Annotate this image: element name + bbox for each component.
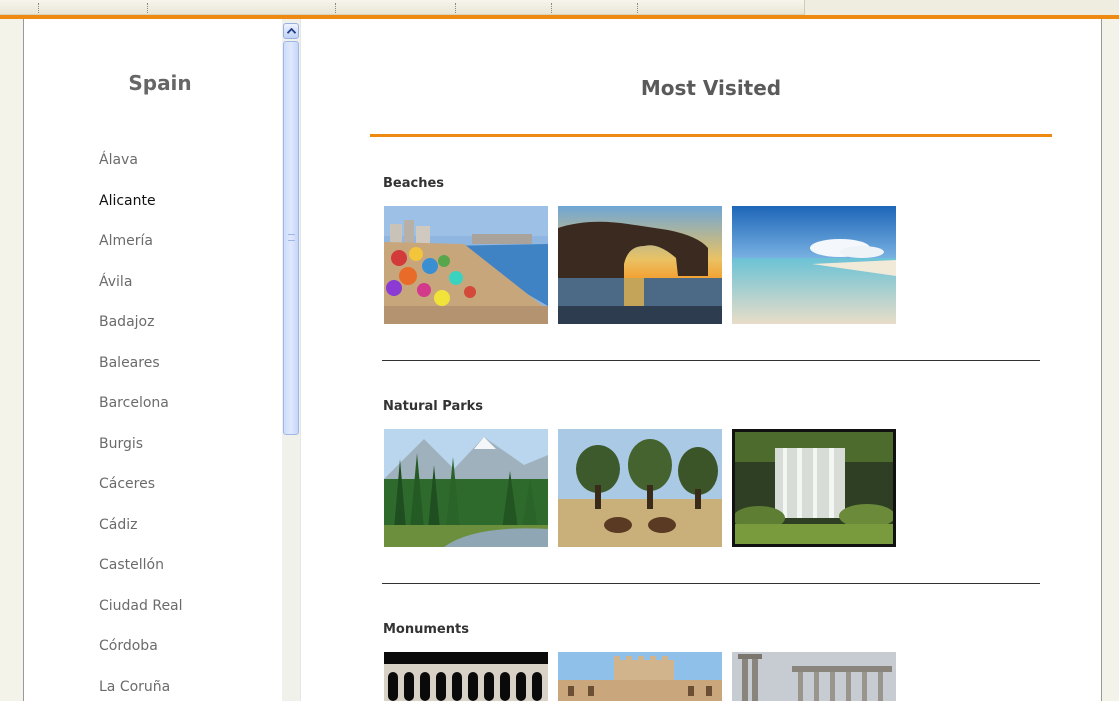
province-link[interactable]: Badajoz bbox=[99, 314, 183, 355]
ruler-tick bbox=[455, 3, 456, 13]
province-link[interactable]: Ávila bbox=[99, 274, 183, 315]
ruler-tick bbox=[637, 3, 638, 13]
scroll-grip-icon bbox=[288, 234, 295, 241]
park-photo-3[interactable] bbox=[732, 429, 896, 547]
province-link[interactable]: Córdoba bbox=[99, 638, 183, 679]
sidebar: Spain Álava Alicante Almería Ávila Badaj… bbox=[24, 19, 282, 701]
ruler-tick bbox=[335, 3, 336, 13]
section-heading-natural-parks: Natural Parks bbox=[383, 399, 484, 414]
column-divider bbox=[300, 19, 301, 701]
monument-photo-1[interactable] bbox=[384, 652, 548, 701]
beach-photo-2[interactable] bbox=[558, 206, 722, 324]
province-list: Álava Alicante Almería Ávila Badajoz Bal… bbox=[99, 152, 183, 701]
page-title: Most Visited bbox=[640, 76, 782, 100]
section-divider bbox=[382, 360, 1040, 361]
chevron-up-icon bbox=[286, 28, 296, 34]
section-heading-beaches: Beaches bbox=[383, 176, 445, 191]
sidebar-scrollbar[interactable] bbox=[282, 19, 300, 701]
beach-photo-3[interactable] bbox=[732, 206, 896, 324]
page-frame: Spain Álava Alicante Almería Ávila Badaj… bbox=[23, 19, 1102, 701]
title-underline bbox=[370, 134, 1052, 137]
province-link[interactable]: La Coruña bbox=[99, 679, 183, 701]
section-heading-monuments: Monuments bbox=[383, 622, 469, 637]
park-photo-2[interactable] bbox=[558, 429, 722, 547]
province-link[interactable]: Álava bbox=[99, 152, 183, 193]
province-link[interactable]: Ciudad Real bbox=[99, 598, 183, 639]
monument-photo-2[interactable] bbox=[558, 652, 722, 701]
ruler-tick bbox=[147, 3, 148, 13]
monument-photo-3[interactable] bbox=[732, 652, 896, 701]
province-link-active[interactable]: Alicante bbox=[99, 193, 183, 234]
province-link[interactable]: Baleares bbox=[99, 355, 183, 396]
ruler-end bbox=[804, 0, 1119, 15]
province-link[interactable]: Almería bbox=[99, 233, 183, 274]
top-ruler bbox=[0, 0, 1119, 15]
park-photo-1[interactable] bbox=[384, 429, 548, 547]
section-divider bbox=[382, 583, 1040, 584]
scroll-up-button[interactable] bbox=[283, 23, 299, 39]
province-link[interactable]: Castellón bbox=[99, 557, 183, 598]
beach-photo-1[interactable] bbox=[384, 206, 548, 324]
sidebar-title: Spain bbox=[128, 71, 192, 95]
province-link[interactable]: Cádiz bbox=[99, 517, 183, 558]
scroll-thumb[interactable] bbox=[283, 41, 299, 435]
province-link[interactable]: Cáceres bbox=[99, 476, 183, 517]
province-link[interactable]: Barcelona bbox=[99, 395, 183, 436]
ruler-tick bbox=[38, 3, 39, 13]
ruler-tick bbox=[551, 3, 552, 13]
province-link[interactable]: Burgis bbox=[99, 436, 183, 477]
